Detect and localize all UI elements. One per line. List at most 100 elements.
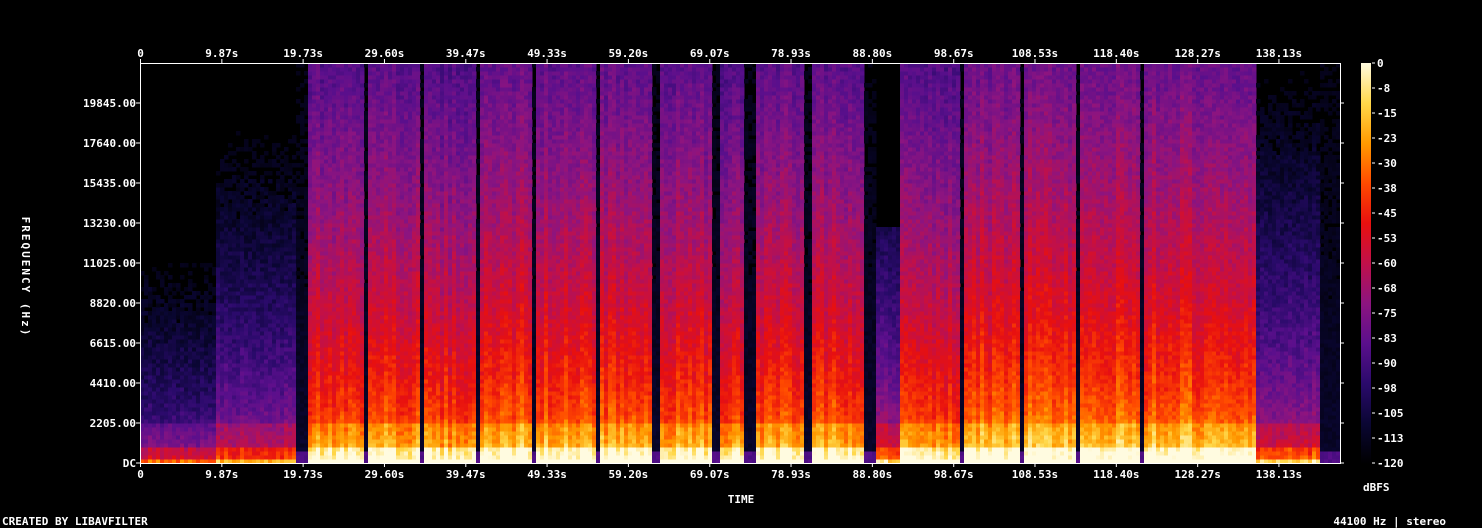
heat-cell [296,271,301,276]
heat-cell [248,335,253,340]
heat-cell [348,131,353,136]
heat-cell [152,455,157,460]
heat-cell [244,263,249,268]
heat-cell [288,287,293,292]
heat-cell [284,459,289,464]
heat-cell [324,367,329,372]
heat-cell [168,443,173,448]
heat-cell [280,447,285,452]
heat-cell [232,351,237,356]
heat-cell [224,179,229,184]
heat-cell [376,167,381,172]
heat-cell [168,451,173,456]
heat-cell [280,151,285,156]
heat-cell [232,363,237,368]
heat-cell [160,435,165,440]
heat-cell [284,451,289,456]
heat-cell [144,427,149,432]
heat-cell [328,359,333,364]
heat-cell [192,415,197,420]
heat-cell [320,335,325,340]
heat-cell [224,447,229,452]
heat-cell [344,83,349,88]
heat-cell [260,155,265,160]
heat-cell [276,399,281,404]
heat-cell [284,391,289,396]
heat-cell [356,335,361,340]
heat-cell [352,343,357,348]
heat-cell [320,399,325,404]
heat-cell [304,411,309,416]
heat-cell [216,419,221,424]
heat-cell [332,395,337,400]
heat-cell [292,215,297,220]
heat-cell [228,211,233,216]
heat-cell [144,379,149,384]
heat-cell [368,359,373,364]
heat-cell [180,331,185,336]
heat-cell [300,407,305,412]
heat-cell [216,371,221,376]
heat-cell [304,311,309,316]
heat-cell [352,215,357,220]
heat-cell [404,459,409,464]
heat-cell [284,375,289,380]
heat-cell [356,99,361,104]
heat-cell [340,107,345,112]
heat-cell [252,383,257,388]
heat-cell [360,199,365,204]
heat-cell [328,403,333,408]
heat-cell [200,303,205,308]
heat-cell [384,459,389,464]
heat-cell [348,163,353,168]
heat-cell [204,411,209,416]
heat-cell [256,239,261,244]
heat-cell [316,95,321,100]
heat-cell [396,315,401,320]
heat-cell [332,439,337,444]
heat-cell [284,159,289,164]
heat-cell [264,351,269,356]
heat-cell [172,447,177,452]
heat-cell [380,319,385,324]
heat-cell [336,91,341,96]
heat-cell [224,387,229,392]
heat-cell [268,371,273,376]
heat-cell [184,439,189,444]
heat-cell [312,251,317,256]
heat-cell [192,311,197,316]
heat-cell [328,83,333,88]
heat-cell [388,379,393,384]
heat-cell [284,203,289,208]
heat-cell [216,215,221,220]
heat-cell [344,231,349,236]
heat-cell [400,123,405,128]
heat-cell [368,171,373,176]
heat-cell [148,291,153,296]
heat-cell [276,411,281,416]
heat-cell [404,439,409,444]
heat-cell [264,291,269,296]
heat-cell [404,415,409,420]
heat-cell [232,251,237,256]
heat-cell [340,183,345,188]
heat-cell [236,387,241,392]
heat-cell [392,107,397,112]
heat-cell [256,203,261,208]
heat-cell [224,183,229,188]
heat-cell [176,327,181,332]
heat-cell [332,343,337,348]
heat-cell [300,83,305,88]
heat-cell [384,347,389,352]
heat-cell [312,415,317,420]
heat-cell [216,319,221,324]
heat-cell [232,151,237,156]
heat-cell [368,251,373,256]
heat-cell [308,407,313,412]
heat-cell [372,315,377,320]
heat-cell [312,191,317,196]
heat-cell [336,127,341,132]
heat-cell [180,327,185,332]
heat-cell [336,135,341,140]
heat-cell [296,375,301,380]
